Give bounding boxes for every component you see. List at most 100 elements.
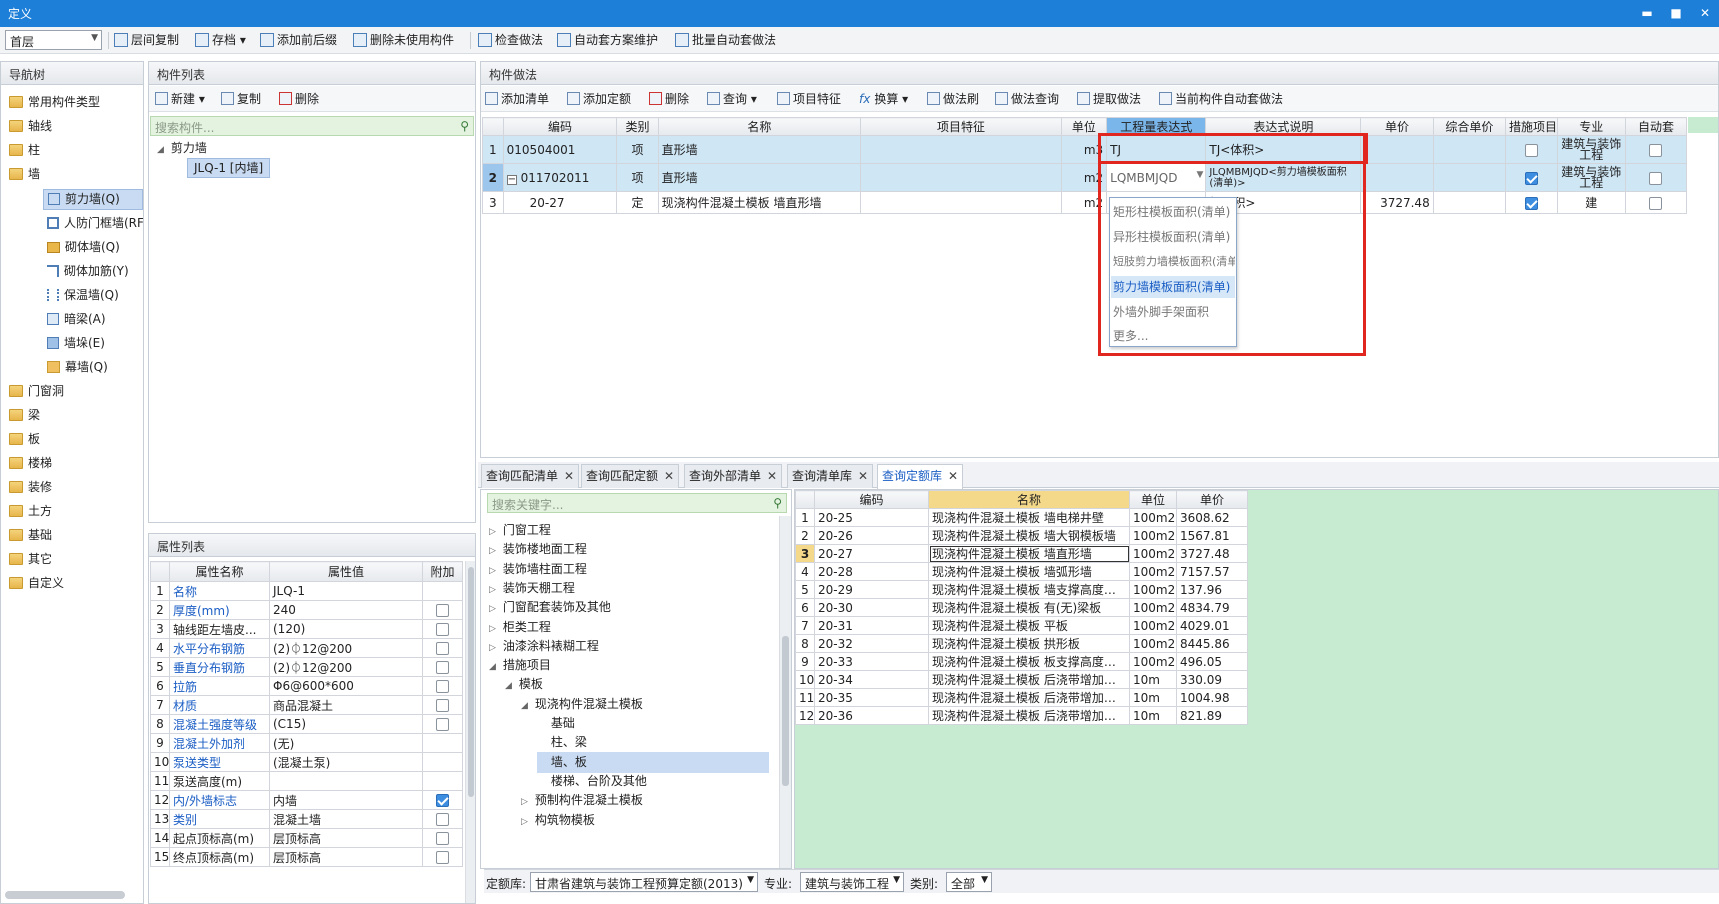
close-icon[interactable]: ✕ <box>664 469 674 483</box>
major-select[interactable]: 建筑与装饰工程 ▼ <box>800 872 904 892</box>
delete-button[interactable]: 删除 <box>279 90 319 108</box>
nav-item-wall-pier[interactable]: 墙垛(E) <box>47 332 105 354</box>
property-row[interactable]: 11 泵送高度(m) <box>150 771 463 791</box>
property-row[interactable]: 3 轴线距左墙皮... (120) <box>150 619 463 639</box>
prop-value[interactable]: (无) <box>269 733 423 753</box>
prop-value[interactable]: 240 <box>269 600 423 620</box>
prop-value[interactable] <box>269 771 423 791</box>
collapse-icon[interactable]: − <box>506 174 517 185</box>
quota-tree-item[interactable]: ◢ 现浇构件混凝土模板 <box>521 694 643 715</box>
quota-tree-item[interactable]: 楼梯、台阶及其他 <box>537 771 647 792</box>
quota-tree-item[interactable]: ▷ 构筑物模板 <box>521 810 595 831</box>
floor-select[interactable]: 首层 ▼ <box>5 30 102 50</box>
nav-item-earthwork[interactable]: 土方 <box>9 500 52 522</box>
nav-item-masonry-rebar[interactable]: 砌体加筋(Y) <box>47 260 129 282</box>
row-feature[interactable] <box>860 135 1062 164</box>
prop-value[interactable]: (C15) <box>269 714 423 734</box>
quota-row[interactable]: 9 20-33 现浇构件混凝土模板 板支撑高度… 100m2 496.05 <box>795 652 1248 671</box>
quota-row[interactable]: 12 20-36 现浇构件混凝土模板 后浇带增加… 10m 821.89 <box>795 706 1248 725</box>
nav-item-shear-wall[interactable]: 剪力墙(Q) <box>43 189 143 210</box>
nav-item-custom[interactable]: 自定义 <box>9 572 64 594</box>
minimize-icon[interactable]: ▬ <box>1638 4 1656 22</box>
attach-checkbox[interactable] <box>436 718 449 731</box>
nav-item-hidden-beam[interactable]: 暗梁(A) <box>47 308 106 330</box>
attach-checkbox[interactable] <box>436 794 449 807</box>
property-row[interactable]: 6 拉筋 Φ6@600*600 <box>150 676 463 696</box>
horizontal-scrollbar[interactable] <box>5 891 125 899</box>
maximize-icon[interactable]: ■ <box>1667 4 1685 22</box>
query-button[interactable]: 查询 ▾ <box>707 90 757 108</box>
quota-tree-item[interactable]: ▷ 油漆涂料裱糊工程 <box>489 636 599 657</box>
row-feature[interactable] <box>860 163 1062 192</box>
attach-checkbox[interactable] <box>436 699 449 712</box>
property-row[interactable]: 10 泵送类型 (混凝土泵) <box>150 752 463 772</box>
nav-item-door-window[interactable]: 门窗洞 <box>9 380 64 402</box>
row-feature[interactable] <box>860 191 1062 214</box>
method-row[interactable]: 2 −011702011 项 直形墙 m2 LQMBMJQD ▼ JLQMBMJQ… <box>482 163 1688 192</box>
current-auto-method-button[interactable]: 当前构件自动套做法 <box>1159 90 1283 108</box>
nav-item-foundation[interactable]: 基础 <box>9 524 52 546</box>
check-method-button[interactable]: 检查做法 <box>478 30 543 51</box>
close-icon[interactable]: ✕ <box>858 469 868 483</box>
quota-tree-item[interactable]: ▷ 装饰楼地面工程 <box>489 539 587 560</box>
attach-checkbox[interactable] <box>436 680 449 693</box>
quota-row[interactable]: 8 20-32 现浇构件混凝土模板 拱形板 100m2 8445.86 <box>795 634 1248 653</box>
property-row[interactable]: 5 垂直分布钢筋 (2)⏀12@200 <box>150 657 463 677</box>
prop-value[interactable]: 商品混凝土 <box>269 695 423 715</box>
delete-unused-button[interactable]: 删除未使用构件 <box>353 30 454 51</box>
property-row[interactable]: 14 起点顶标高(m) 层顶标高 <box>150 828 463 848</box>
quota-tree-item[interactable]: ◢ 措施项目 <box>489 655 551 676</box>
auto-checkbox[interactable] <box>1649 143 1663 157</box>
attach-checkbox[interactable] <box>436 851 449 864</box>
nav-item-decoration[interactable]: 装修 <box>9 476 52 498</box>
property-row[interactable]: 7 材质 商品混凝土 <box>150 695 463 715</box>
property-row[interactable]: 12 内/外墙标志 内墙 <box>150 790 463 810</box>
copy-button[interactable]: 复制 <box>221 90 261 108</box>
property-row[interactable]: 4 水平分布钢筋 (2)⏀12@200 <box>150 638 463 658</box>
prop-value[interactable]: 混凝土墙 <box>269 809 423 829</box>
prop-value[interactable]: JLQ-1 <box>269 581 423 601</box>
extract-method-button[interactable]: 提取做法 <box>1077 90 1141 108</box>
tab-match-quota[interactable]: 查询匹配定额 ✕ <box>581 464 680 488</box>
auto-checkbox[interactable] <box>1649 196 1663 210</box>
add-prefix-suffix-button[interactable]: 添加前后缀 <box>260 30 337 51</box>
nav-item-axis[interactable]: 轴线 <box>9 115 52 137</box>
quota-tree-item[interactable]: 墙、板 <box>537 751 769 773</box>
quota-tree-item[interactable]: ▷ 装饰天棚工程 <box>489 578 575 599</box>
nav-item-curtain-wall[interactable]: 幕墙(Q) <box>47 356 108 378</box>
nav-item-masonry-wall[interactable]: 砌体墙(Q) <box>47 236 120 258</box>
nav-item-insulation-wall[interactable]: 保温墙(Q) <box>47 284 119 306</box>
auto-scheme-button[interactable]: 自动套方案维护 <box>557 30 658 51</box>
add-quota-button[interactable]: 添加定额 <box>567 90 631 108</box>
component-search-input[interactable]: 搜索构件... ⚲ <box>150 116 474 136</box>
attach-checkbox[interactable] <box>436 642 449 655</box>
quota-row[interactable]: 1 20-25 现浇构件混凝土模板 墙电梯井壁 100m2 3608.62 <box>795 508 1248 527</box>
close-icon[interactable]: ✕ <box>1696 4 1714 22</box>
quota-row[interactable]: 3 20-27 现浇构件混凝土模板 墙直形墙 100m2 3727.48 <box>795 544 1248 563</box>
quota-row[interactable]: 7 20-31 现浇构件混凝土模板 平板 100m2 4029.01 <box>795 616 1248 635</box>
nav-item-column[interactable]: 柱 <box>9 139 40 161</box>
close-icon[interactable]: ✕ <box>948 469 958 483</box>
quota-lib-select[interactable]: 甘肃省建筑与装饰工程预算定额(2013) ▼ <box>530 872 758 892</box>
quota-tree-item[interactable]: 柱、梁 <box>537 732 587 753</box>
nav-item-slab[interactable]: 板 <box>9 428 40 450</box>
attach-checkbox[interactable] <box>436 661 449 674</box>
measure-checkbox[interactable] <box>1524 196 1538 210</box>
attach-checkbox[interactable] <box>436 813 449 826</box>
quota-row[interactable]: 5 20-29 现浇构件混凝土模板 墙支撑高度… 100m2 137.96 <box>795 580 1248 599</box>
nav-item-other[interactable]: 其它 <box>9 548 52 570</box>
method-row[interactable]: 1 010504001 项 直形墙 m3 TJ TJ<体积> 建筑与装饰工程 <box>482 135 1688 164</box>
quota-tree-item[interactable]: ▷ 装饰墙柱面工程 <box>489 559 587 580</box>
prop-value[interactable]: Φ6@600*600 <box>269 676 423 696</box>
nav-item-civil-defense[interactable]: 人防门框墙(RF <box>47 212 143 234</box>
quota-tree-item[interactable]: ▷ 门窗工程 <box>489 520 551 541</box>
tree-group-shear-wall[interactable]: ◢ 剪力墙 <box>157 137 207 159</box>
quota-tree-item[interactable]: ▷ 预制构件混凝土模板 <box>521 790 643 811</box>
prop-value[interactable]: (2)⏀12@200 <box>269 638 423 658</box>
keyword-search-input[interactable]: 搜索关键字... ⚲ <box>487 493 787 513</box>
close-icon[interactable]: ✕ <box>767 469 777 483</box>
measure-checkbox[interactable] <box>1524 143 1538 157</box>
component-item-jlq1[interactable]: JLQ-1 [内墙] <box>187 158 271 178</box>
quota-row[interactable]: 2 20-26 现浇构件混凝土模板 墙大钢模板墙 100m2 1567.81 <box>795 526 1248 545</box>
attach-checkbox[interactable] <box>436 623 449 636</box>
